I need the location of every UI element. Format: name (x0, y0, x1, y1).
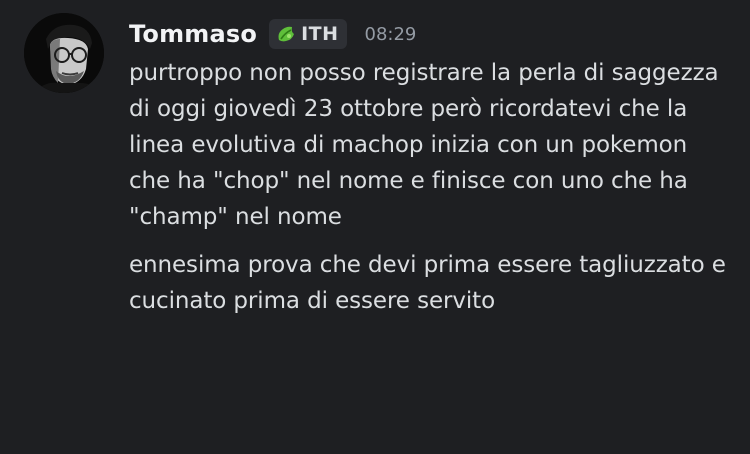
user-photo-icon (24, 13, 104, 93)
username[interactable]: Tommaso (129, 20, 257, 48)
leaf-badge-icon (275, 24, 297, 44)
guild-tag-text: ITH (301, 23, 339, 45)
message-header: Tommaso ITH 08:29 (129, 14, 416, 54)
guild-tag[interactable]: ITH (269, 19, 347, 49)
chat-message: Tommaso ITH 08:29 purtroppo non posso re… (0, 0, 750, 454)
message-timestamp[interactable]: 08:29 (365, 24, 417, 45)
message-content: purtroppo non posso registrare la perla … (129, 55, 729, 319)
avatar[interactable] (24, 13, 104, 93)
message-text: purtroppo non posso registrare la perla … (129, 60, 719, 230)
message-text: ennesima prova che devi prima essere tag… (129, 252, 726, 314)
